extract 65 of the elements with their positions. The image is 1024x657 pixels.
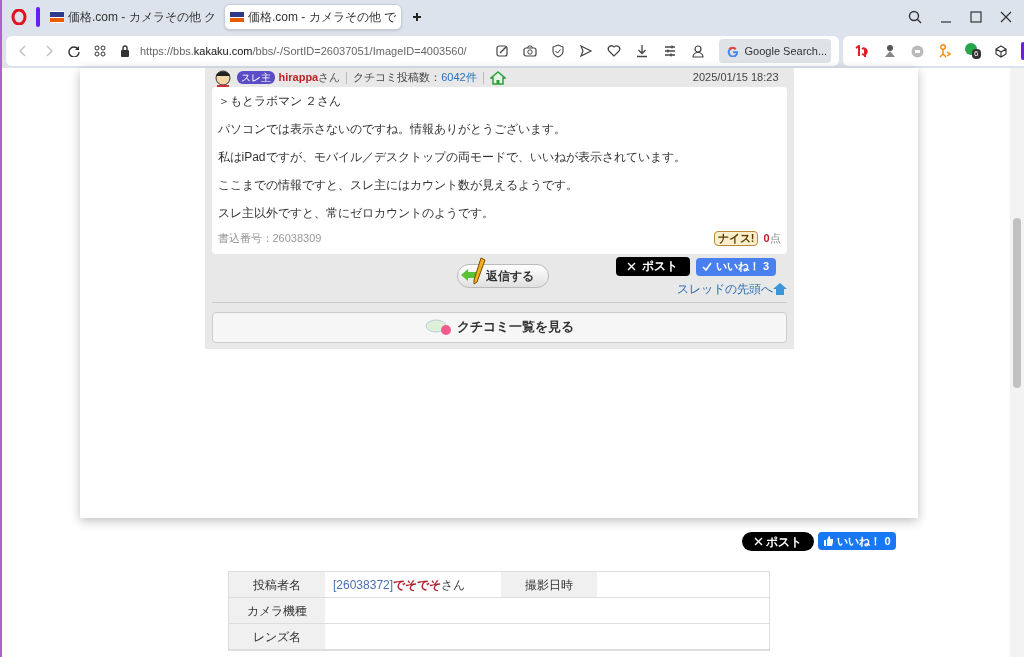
message-paragraph: パソコンでは表示さないのですね。情報ありがとうございます。 [217,121,567,137]
home-icon[interactable] [489,70,506,85]
favicon-icon [230,11,244,23]
close-icon[interactable] [1000,11,1012,23]
grid-icon[interactable] [94,45,106,57]
message-paragraph: スレ主以外ですと、常にゼロカウントのようです。 [217,205,495,221]
browser-tab[interactable]: 価格.com - カメラその他 ク [44,4,222,30]
message-paragraph: 私はiPadですが、モバイル／デスクトップの両モードで、いいねが表示されています。 [217,149,687,165]
table-header-cell: 撮影日時 [501,572,597,597]
lock-icon [120,45,130,57]
sliders-icon[interactable] [662,44,677,58]
cube-icon[interactable] [994,44,1007,58]
x-post-button[interactable]: ポスト [615,256,690,276]
sidebar-indicator [1020,42,1024,60]
badge-extension-icon[interactable]: 6 [964,43,981,59]
figure-icon[interactable] [882,44,897,58]
nice-button[interactable]: ナイス! [713,230,759,246]
post-date: 2025/01/15 18:23 [692,70,779,86]
sidebar-indicator [36,7,40,27]
x-logo-icon [627,261,636,271]
tab-title: 価格.com - カメラその他 ク [68,9,216,26]
camera-icon[interactable] [522,44,537,58]
like-button[interactable]: いいね！ 0 [818,532,896,550]
address-bar[interactable]: https://bbs.kakaku.com/bbs/-/SortID=26037051/ImageID=4003560/ Google Search... [6,36,839,66]
post-number: 書込番号：26038309 [217,231,322,246]
count-badge: 6 [972,49,981,59]
scrollbar-thumb[interactable] [1013,218,1021,388]
download-icon[interactable] [634,44,649,58]
thumbs-up-icon [823,536,834,546]
shield-icon[interactable] [550,44,565,58]
profile-icon[interactable] [690,44,705,58]
post-count: クチコミ投稿数：6042件 [353,70,477,86]
check-icon [701,262,712,271]
message-paragraph: ＞もとラボマン ２さん [217,93,342,109]
poster-cell-text: [26038372]でそでそさん [332,576,467,594]
author-name[interactable]: hirappaさん [278,69,341,86]
table-header-cell: レンズ名 [229,624,325,649]
favicon-icon [50,11,64,23]
heart-icon[interactable] [606,44,621,58]
tab-title: 価格.com - カメラその他 で [248,9,397,26]
search-field[interactable]: Google Search... [718,39,831,63]
up-home-icon [772,282,787,295]
table-header-cell: カメラ機種 [229,598,325,623]
like-button[interactable]: いいね！ 3 [695,257,776,276]
chat-bubbles-icon [424,318,453,336]
edit-icon[interactable] [494,44,509,58]
list-button[interactable]: クチコミ一覧を見る [211,311,787,343]
search-icon[interactable] [908,10,922,24]
reply-button[interactable]: 返信する [456,263,549,288]
reload-icon[interactable] [68,45,80,57]
nice-score: 0点 [763,231,781,246]
opera-logo-icon[interactable] [11,9,27,25]
logo-mark-icon[interactable] [854,45,869,57]
maximize-icon[interactable] [970,11,982,23]
new-tab-icon[interactable] [412,12,423,22]
x-logo-icon [754,537,763,546]
send-icon[interactable] [578,44,593,58]
table-header-cell: 投稿者名 [229,572,325,597]
thread-top-link[interactable]: スレッドの先頭へ [676,279,787,298]
google-icon [726,45,739,57]
message-paragraph: ここまでの情報ですと、スレ主にはカウント数が見えるようです。 [217,177,579,193]
author-badge: スレ主 [236,71,275,84]
x-post-button[interactable]: ポスト [742,532,814,551]
url-text: https://bbs.kakaku.com/bbs/-/SortID=26037051/ImageID=4003560/ [140,43,467,59]
browser-tab[interactable]: 価格.com - カメラその他 で [224,4,403,30]
